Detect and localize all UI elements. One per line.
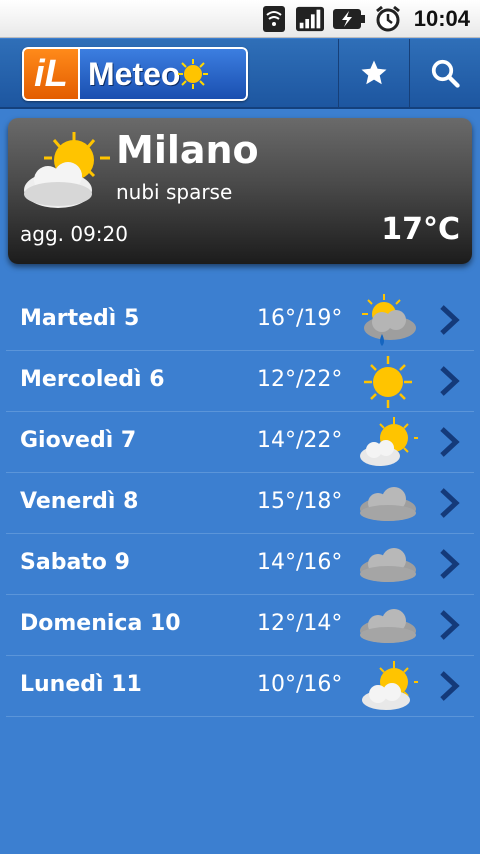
forecast-day: Lunedì 11	[20, 672, 142, 697]
chevron-right-icon	[440, 488, 460, 518]
forecast-row[interactable]: Martedì 5 16°/19°	[6, 290, 474, 351]
status-bar: 10:04	[0, 0, 480, 38]
battery-charging-icon	[332, 5, 366, 33]
logo-sun-icon	[178, 59, 209, 89]
cloud-icon	[360, 609, 416, 643]
forecast-day: Venerdì 8	[20, 489, 139, 514]
chevron-right-icon	[440, 610, 460, 640]
forecast-day: Domenica 10	[20, 611, 181, 636]
forecast-row[interactable]: Giovedì 7 14°/22°	[6, 412, 474, 473]
sun-icon	[364, 356, 412, 408]
chevron-right-icon	[440, 366, 460, 396]
alarm-clock-icon	[374, 5, 402, 33]
search-button[interactable]	[409, 39, 480, 107]
current-description: nubi sparse	[116, 180, 233, 204]
sun-cloud-icon	[362, 661, 418, 710]
forecast-row[interactable]: Sabato 9 14°/16°	[6, 534, 474, 595]
forecast-temp: 14°/16°	[257, 550, 343, 575]
forecast-temp: 12°/14°	[257, 611, 343, 636]
signal-icon	[295, 5, 324, 33]
logo-meteo-text: Meteo	[88, 55, 181, 92]
action-bar: iL Meteo	[0, 39, 480, 109]
logo-il: iL	[22, 47, 80, 101]
star-icon	[361, 60, 387, 85]
forecast-temp: 14°/22°	[257, 428, 343, 453]
forecast-temp: 16°/19°	[257, 306, 343, 331]
logo-meteo: Meteo	[80, 47, 248, 101]
chevron-right-icon	[440, 671, 460, 701]
chevron-right-icon	[440, 549, 460, 579]
forecast-temp: 10°/16°	[257, 672, 343, 697]
rain-cloud-sun-icon	[362, 294, 416, 346]
favorites-button[interactable]	[338, 39, 409, 107]
forecast-row[interactable]: Mercoledì 6 12°/22°	[6, 351, 474, 412]
chevron-right-icon	[440, 305, 460, 335]
clock-time: 10:04	[413, 5, 470, 31]
cloud-icon	[360, 548, 416, 582]
forecast-row[interactable]: Venerdì 8 15°/18°	[6, 473, 474, 534]
chevron-right-icon	[440, 427, 460, 457]
forecast-day: Sabato 9	[20, 550, 130, 575]
current-weather-card[interactable]: Milano nubi sparse agg. 09:20 17°C	[8, 118, 472, 264]
forecast-row[interactable]: Lunedì 11 10°/16°	[6, 656, 474, 717]
forecast-list: Martedì 5 16°/19° Mercoledì 6 12°/22° Gi…	[0, 290, 480, 717]
forecast-day: Mercoledì 6	[20, 367, 165, 392]
forecast-temp: 12°/22°	[257, 367, 343, 392]
search-icon	[431, 59, 460, 88]
current-updated: agg. 09:20	[20, 222, 128, 246]
forecast-temp: 15°/18°	[257, 489, 343, 514]
sun-behind-cloud-icon	[24, 132, 110, 208]
cloud-icon	[360, 487, 416, 521]
forecast-day: Martedì 5	[20, 306, 140, 331]
current-city: Milano	[116, 128, 259, 172]
wifi-icon	[260, 5, 288, 33]
forecast-row[interactable]: Domenica 10 12°/14°	[6, 595, 474, 656]
sun-cloud-icon	[360, 417, 418, 466]
app-logo[interactable]: iL Meteo	[22, 47, 248, 101]
forecast-day: Giovedì 7	[20, 428, 137, 453]
current-temperature: 17°C	[381, 212, 460, 247]
